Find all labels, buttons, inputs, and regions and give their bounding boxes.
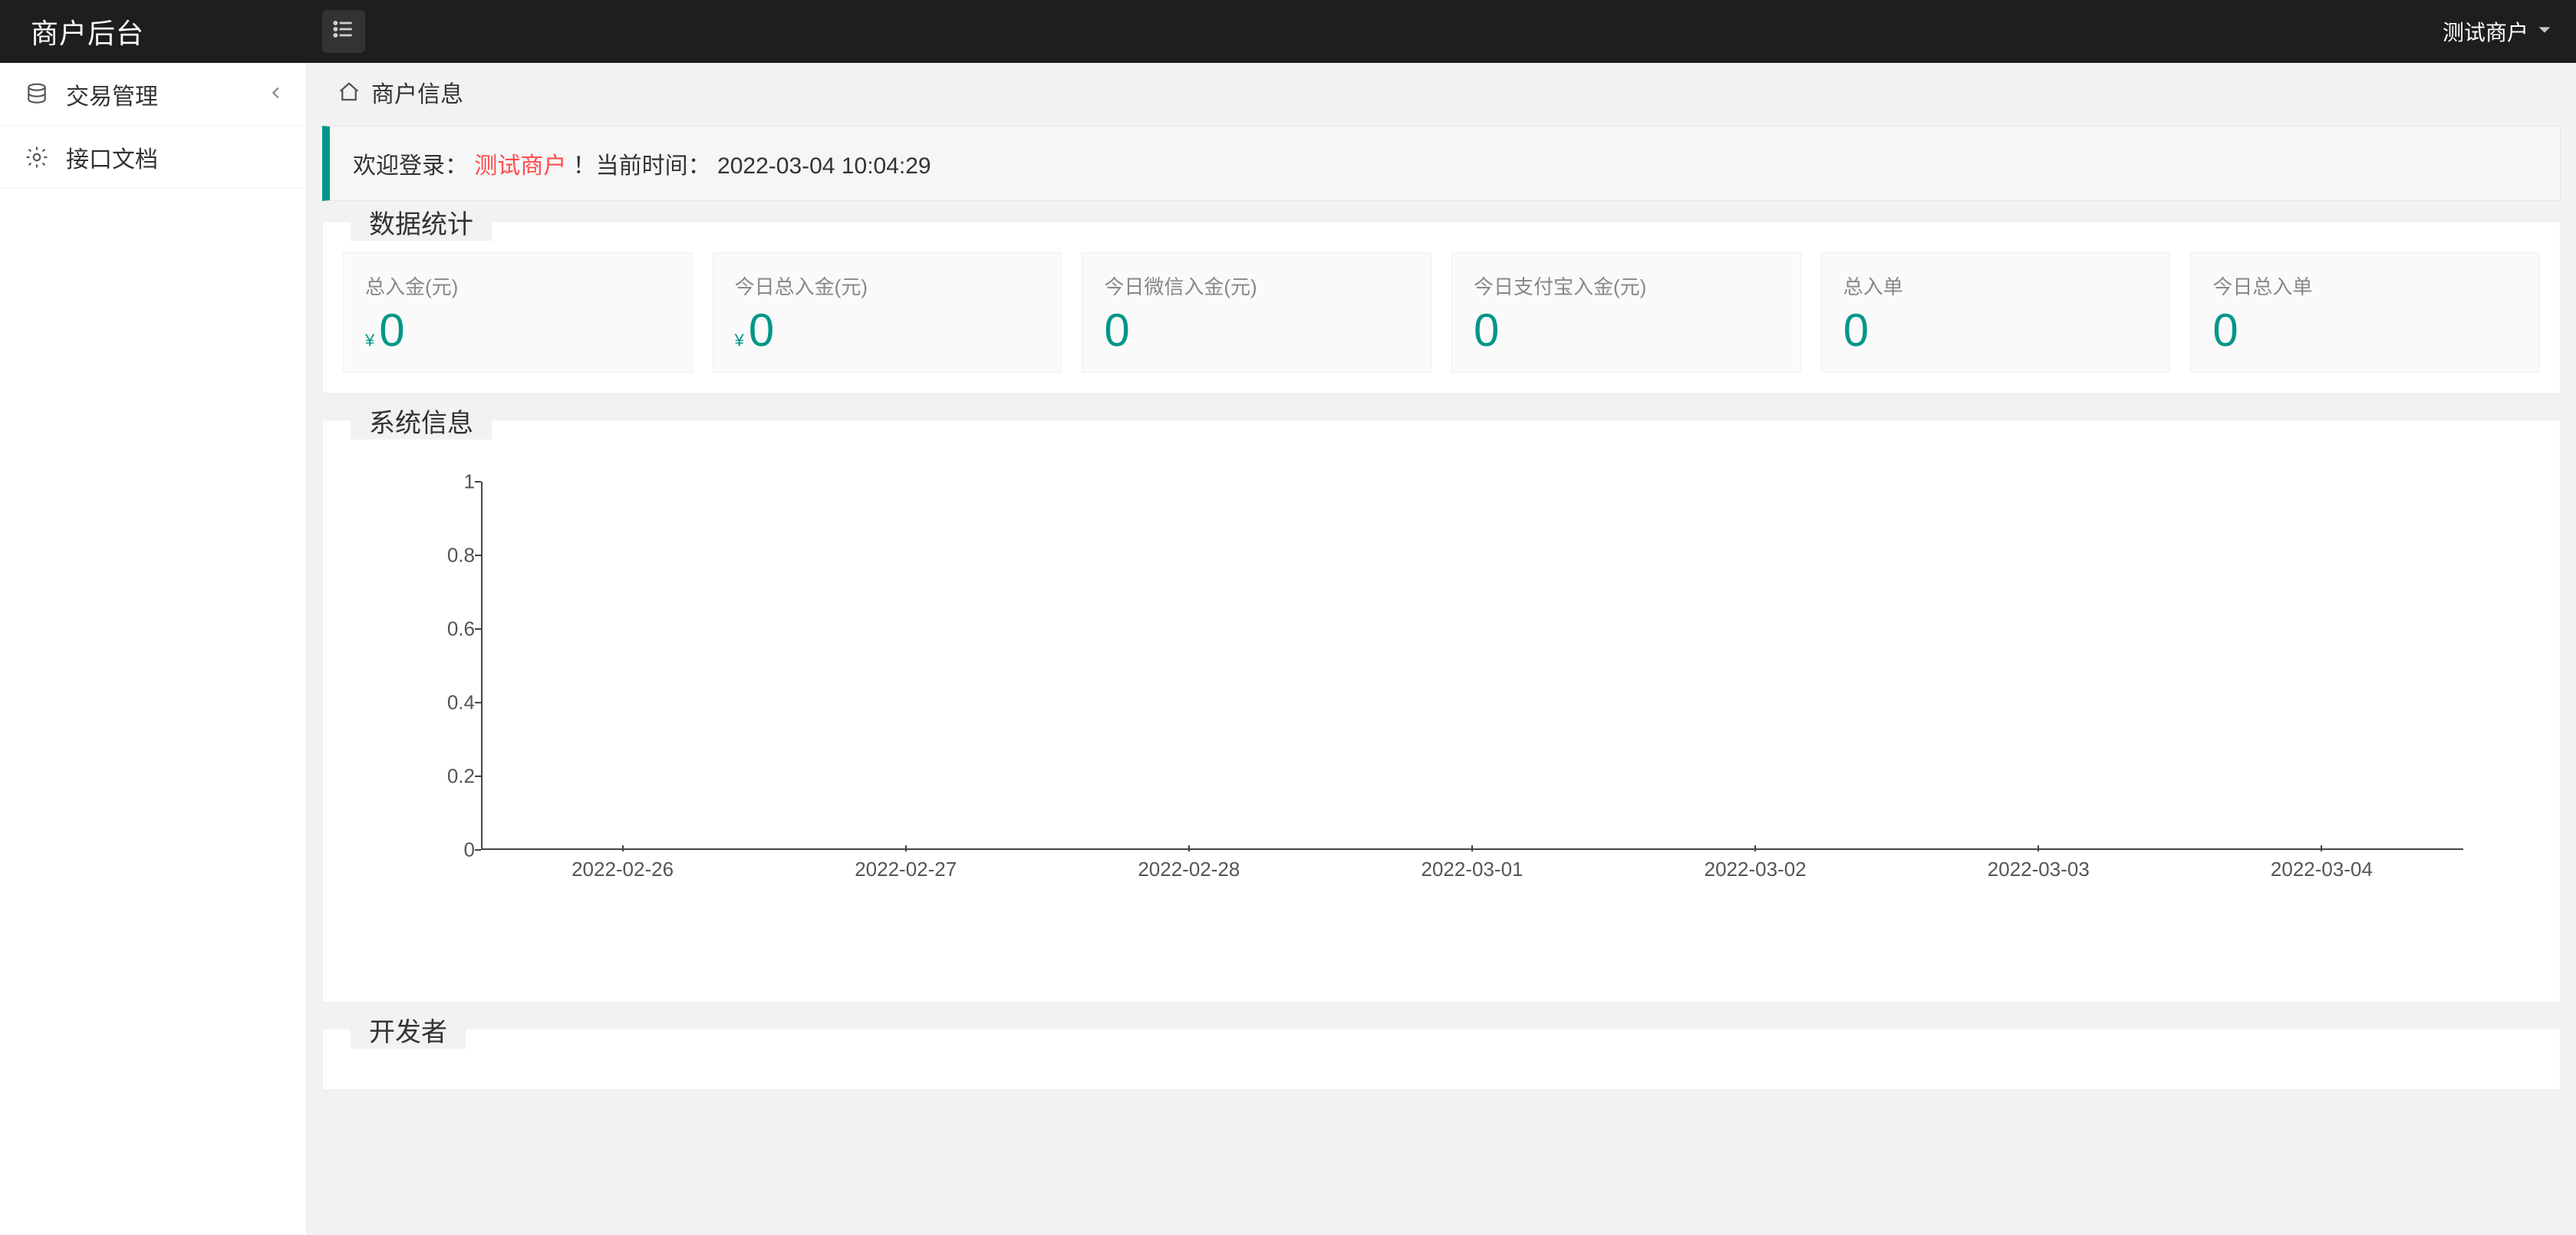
stats-section: 数据统计 总入金(元)¥0今日总入金(元)¥0今日微信入金(元)0今日支付宝入金… (322, 221, 2561, 394)
stat-number: 0 (2212, 305, 2238, 356)
database-icon (25, 82, 55, 107)
chart-ytick: 0.2 (389, 765, 475, 789)
chart-ytick: 0.8 (389, 544, 475, 568)
chart-ytick-mark (475, 702, 481, 703)
welcome-merchant: 测试商户 (474, 153, 566, 179)
stat-label: 今日支付宝入金(元) (1474, 272, 1779, 300)
chart-xtick: 2022-03-03 (1988, 858, 2090, 896)
stat-card: 总入单 0 (1821, 252, 2171, 373)
sidebar-item-label: 接口文档 (66, 140, 158, 174)
sidebar-item-api-docs[interactable]: 接口文档 (0, 126, 306, 189)
logo: 商户后台 (0, 12, 307, 51)
section-title: 开发者 (351, 1011, 466, 1049)
stat-card: 总入金(元) ¥0 (343, 252, 693, 373)
stat-number: 0 (1474, 305, 1499, 356)
chart: 00.20.40.60.812022-02-262022-02-272022-0… (389, 482, 2494, 896)
chart-xtick-mark (2037, 845, 2039, 851)
stat-number: 0 (1104, 305, 1129, 356)
welcome-suffix: ！当前时间： (573, 153, 711, 179)
chart-xtick: 2022-03-01 (1421, 858, 1524, 896)
chart-ytick: 0.6 (389, 618, 475, 641)
chart-xtick-mark (1471, 845, 1473, 851)
stat-label: 今日总入金(元) (735, 272, 1040, 300)
sidebar: 交易管理 接口文档 (0, 63, 307, 1235)
chart-xtick-mark (2321, 845, 2322, 851)
stat-value: 0 (2212, 308, 2518, 354)
sidebar-item-label: 交易管理 (66, 77, 158, 111)
chart-ytick-mark (475, 628, 481, 630)
stat-value: 0 (1843, 308, 2149, 354)
main: 商户信息 欢迎登录： 测试商户 ！当前时间： 2022-03-04 10:04:… (307, 63, 2576, 1235)
chart-ytick-mark (475, 776, 481, 777)
chart-ytick: 0.4 (389, 691, 475, 715)
sysinfo-section: 系统信息 00.20.40.60.812022-02-262022-02-272… (322, 420, 2561, 1003)
chart-xtick: 2022-02-28 (1138, 858, 1240, 896)
chart-ytick: 1 (389, 470, 475, 494)
chart-ytick-mark (475, 481, 481, 482)
chart-plot-area (481, 482, 2463, 850)
welcome-timestamp: 2022-03-04 10:04:29 (717, 153, 931, 179)
stat-card: 今日微信入金(元) 0 (1082, 252, 1431, 373)
user-name: 测试商户 (2443, 16, 2528, 47)
chart-xtick: 2022-02-26 (572, 858, 674, 896)
stat-value: ¥0 (735, 308, 1040, 354)
stat-value: 0 (1104, 308, 1409, 354)
gear-icon (25, 145, 55, 170)
stat-label: 今日微信入金(元) (1104, 272, 1409, 300)
caret-down-icon (2536, 19, 2553, 44)
stat-card: 今日总入金(元) ¥0 (713, 252, 1062, 373)
developer-section: 开发者 (322, 1029, 2561, 1090)
chart-xtick-mark (905, 845, 907, 851)
chart-xtick-mark (1754, 845, 1756, 851)
list-icon (331, 17, 356, 47)
nav-toggle-button[interactable] (322, 10, 365, 53)
stat-value: ¥0 (365, 308, 670, 354)
breadcrumb-title: 商户信息 (371, 75, 463, 109)
stat-number: 0 (379, 305, 404, 356)
chevron-left-icon (268, 81, 285, 107)
chart-xtick-mark (622, 845, 624, 851)
sidebar-item-transactions[interactable]: 交易管理 (0, 63, 306, 126)
breadcrumb: 商户信息 (322, 63, 2561, 121)
section-title: 系统信息 (351, 402, 492, 440)
welcome-prefix: 欢迎登录： (353, 153, 468, 179)
yen-icon: ¥ (365, 331, 374, 350)
stat-label: 总入单 (1843, 272, 2149, 300)
stat-value: 0 (1474, 308, 1779, 354)
yen-icon: ¥ (735, 331, 744, 350)
stat-card: 今日总入单 0 (2190, 252, 2540, 373)
user-menu[interactable]: 测试商户 (2443, 0, 2553, 63)
chart-xtick: 2022-02-27 (855, 858, 957, 896)
stat-number: 0 (1843, 305, 1869, 356)
stat-label: 总入金(元) (365, 272, 670, 300)
chart-xtick-mark (1188, 845, 1190, 851)
chart-xtick: 2022-03-02 (1705, 858, 1807, 896)
home-icon (338, 81, 361, 104)
section-title: 数据统计 (351, 203, 492, 241)
chart-ytick-mark (475, 555, 481, 556)
chart-ytick-mark (475, 849, 481, 851)
stat-number: 0 (749, 305, 774, 356)
topbar: 商户后台 测试商户 (0, 0, 2576, 63)
stat-label: 今日总入单 (2212, 272, 2518, 300)
stat-card: 今日支付宝入金(元) 0 (1451, 252, 1801, 373)
chart-ytick: 0 (389, 838, 475, 862)
welcome-alert: 欢迎登录： 测试商户 ！当前时间： 2022-03-04 10:04:29 (322, 126, 2561, 201)
chart-xtick: 2022-03-04 (2271, 858, 2373, 896)
